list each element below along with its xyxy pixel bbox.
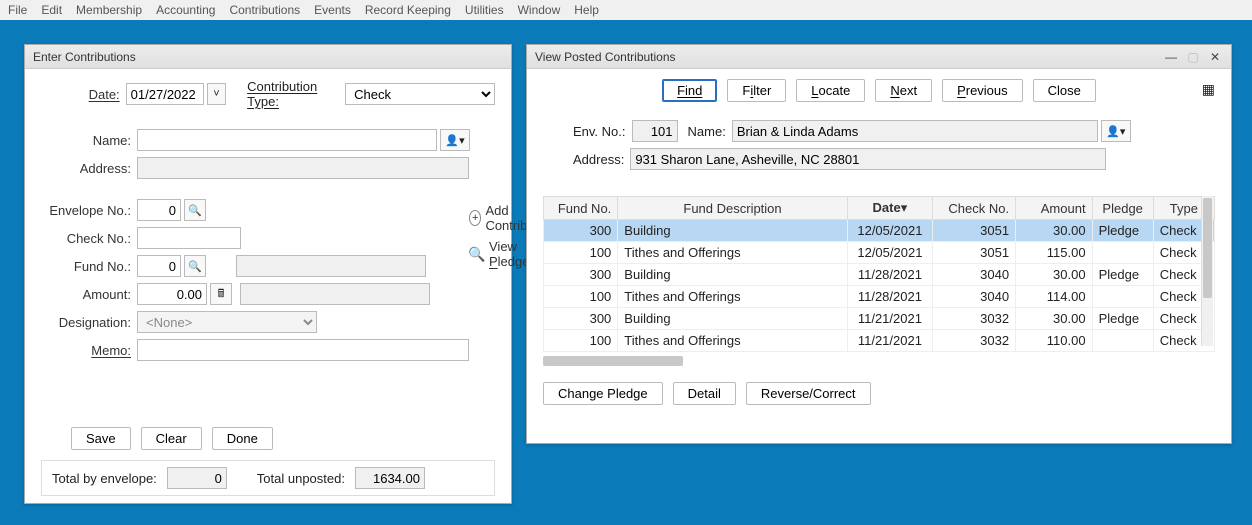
contrib-type-select[interactable]: Check bbox=[345, 83, 495, 105]
designation-label: Designation: bbox=[41, 315, 137, 330]
envelope-input[interactable] bbox=[137, 199, 181, 221]
table-row[interactable]: 300Building11/21/2021303230.00PledgeChec… bbox=[544, 308, 1215, 330]
name-person-picker[interactable]: 👤▾ bbox=[440, 129, 470, 151]
window-title-enter: Enter Contributions bbox=[33, 50, 136, 64]
horizontal-scrollbar[interactable] bbox=[543, 356, 683, 366]
table-header-row: Fund No. Fund Description Date▾ Check No… bbox=[544, 197, 1215, 220]
view-person-picker[interactable]: 👤▾ bbox=[1101, 120, 1131, 142]
previous-button[interactable]: Previous bbox=[942, 79, 1023, 102]
table-row[interactable]: 100Tithes and Offerings11/28/20213040114… bbox=[544, 286, 1215, 308]
col-checkno[interactable]: Check No. bbox=[933, 197, 1016, 220]
filter-button[interactable]: Filter bbox=[727, 79, 786, 102]
contrib-type-label: Contribution Type: bbox=[247, 79, 339, 109]
layout-icon[interactable]: ▦ bbox=[1202, 81, 1215, 98]
clear-button[interactable]: Clear bbox=[141, 427, 202, 450]
titlebar-enter: Enter Contributions bbox=[25, 45, 511, 69]
menu-accounting[interactable]: Accounting bbox=[156, 3, 215, 17]
enter-contributions-window: Enter Contributions Date: ˅ Contribution… bbox=[24, 44, 512, 504]
maximize-icon[interactable]: ▢ bbox=[1185, 49, 1201, 65]
amount-label: Amount: bbox=[41, 287, 137, 302]
checkno-input[interactable] bbox=[137, 227, 241, 249]
date-label: Date: bbox=[89, 87, 120, 102]
close-icon[interactable]: ✕ bbox=[1207, 49, 1223, 65]
find-button[interactable]: Find bbox=[662, 79, 717, 102]
window-title-view: View Posted Contributions bbox=[535, 50, 676, 64]
contributions-table: Fund No. Fund Description Date▾ Check No… bbox=[543, 196, 1215, 352]
close-button[interactable]: Close bbox=[1033, 79, 1096, 102]
save-button[interactable]: Save bbox=[71, 427, 131, 450]
col-amount[interactable]: Amount bbox=[1016, 197, 1092, 220]
fundno-input[interactable] bbox=[137, 255, 181, 277]
total-env-value bbox=[167, 467, 227, 489]
menu-events[interactable]: Events bbox=[314, 3, 351, 17]
designation-select[interactable]: <None> bbox=[137, 311, 317, 333]
date-dropdown-icon[interactable]: ˅ bbox=[207, 83, 226, 105]
fund-desc-input bbox=[236, 255, 426, 277]
envelope-label: Envelope No.: bbox=[41, 203, 137, 218]
date-input[interactable] bbox=[126, 83, 204, 105]
table-row[interactable]: 300Building12/05/2021305130.00PledgeChec… bbox=[544, 220, 1215, 242]
view-address-value bbox=[630, 148, 1106, 170]
amount-input[interactable] bbox=[137, 283, 207, 305]
change-pledge-button[interactable]: Change Pledge bbox=[543, 382, 663, 405]
vertical-scrollbar[interactable] bbox=[1201, 196, 1213, 346]
reverse-correct-button[interactable]: Reverse/Correct bbox=[746, 382, 871, 405]
locate-button[interactable]: Locate bbox=[796, 79, 865, 102]
menu-contributions[interactable]: Contributions bbox=[229, 3, 300, 17]
titlebar-view: View Posted Contributions — ▢ ✕ bbox=[527, 45, 1231, 69]
view-name-value bbox=[732, 120, 1098, 142]
sort-indicator-icon: ▾ bbox=[901, 200, 908, 215]
envelope-search-icon[interactable]: 🔍 bbox=[184, 199, 206, 221]
col-funddesc[interactable]: Fund Description bbox=[618, 197, 847, 220]
search-icon: 🔍 bbox=[469, 246, 485, 262]
table-row[interactable]: 100Tithes and Offerings11/21/20213032110… bbox=[544, 330, 1215, 352]
detail-button[interactable]: Detail bbox=[673, 382, 736, 405]
table-row[interactable]: 300Building11/28/2021304030.00PledgeChec… bbox=[544, 264, 1215, 286]
menu-help[interactable]: Help bbox=[574, 3, 599, 17]
amount-extra-input bbox=[240, 283, 430, 305]
checkno-label: Check No.: bbox=[41, 231, 137, 246]
total-unposted-label: Total unposted: bbox=[257, 471, 345, 486]
next-button[interactable]: Next bbox=[875, 79, 932, 102]
menu-edit[interactable]: Edit bbox=[41, 3, 62, 17]
total-unposted-value bbox=[355, 467, 425, 489]
name-input[interactable] bbox=[137, 129, 437, 151]
env-no-label: Env. No.: bbox=[573, 124, 626, 139]
view-name-label: Name: bbox=[688, 124, 726, 139]
menu-window[interactable]: Window bbox=[518, 3, 561, 17]
memo-label: Memo: bbox=[91, 343, 131, 358]
col-fundno[interactable]: Fund No. bbox=[544, 197, 618, 220]
scrollbar-thumb[interactable] bbox=[1203, 198, 1212, 298]
view-posted-window: View Posted Contributions — ▢ ✕ Find Fil… bbox=[526, 44, 1232, 444]
view-address-label: Address: bbox=[573, 152, 624, 167]
done-button[interactable]: Done bbox=[212, 427, 273, 450]
table-body: 300Building12/05/2021305130.00PledgeChec… bbox=[544, 220, 1215, 352]
address-input bbox=[137, 157, 469, 179]
memo-input[interactable] bbox=[137, 339, 469, 361]
fundno-search-icon[interactable]: 🔍 bbox=[184, 255, 206, 277]
table-row[interactable]: 100Tithes and Offerings12/05/20213051115… bbox=[544, 242, 1215, 264]
col-date[interactable]: Date▾ bbox=[847, 197, 932, 220]
minimize-icon[interactable]: — bbox=[1163, 49, 1179, 65]
fundno-label: Fund No.: bbox=[41, 259, 137, 274]
menu-file[interactable]: File bbox=[8, 3, 27, 17]
col-pledge[interactable]: Pledge bbox=[1092, 197, 1153, 220]
plus-icon: + bbox=[469, 210, 481, 226]
amount-calc-icon[interactable]: 🖩 bbox=[210, 283, 232, 305]
name-label: Name: bbox=[41, 133, 137, 148]
menubar: File Edit Membership Accounting Contribution… bbox=[0, 0, 1252, 20]
menu-membership[interactable]: Membership bbox=[76, 3, 142, 17]
total-env-label: Total by envelope: bbox=[52, 471, 157, 486]
menu-utilities[interactable]: Utilities bbox=[465, 3, 504, 17]
menu-record-keeping[interactable]: Record Keeping bbox=[365, 3, 451, 17]
env-no-value bbox=[632, 120, 678, 142]
address-label: Address: bbox=[41, 161, 137, 176]
